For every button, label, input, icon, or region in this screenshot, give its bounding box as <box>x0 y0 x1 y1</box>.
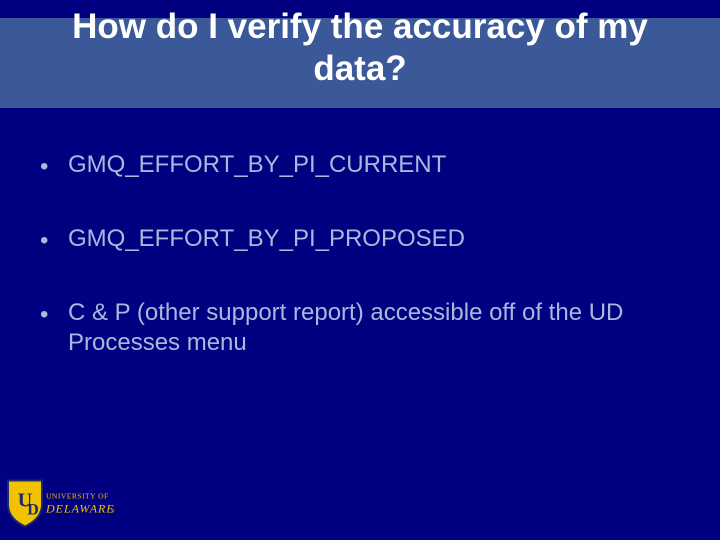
logo-line1: UNIVERSITY OF <box>46 492 109 501</box>
slide-title: How do I verify the accuracy of my data? <box>0 6 720 90</box>
svg-text:®: ® <box>111 509 115 515</box>
bullet-text: GMQ_EFFORT_BY_PI_CURRENT <box>68 150 680 180</box>
bullet-text: GMQ_EFFORT_BY_PI_PROPOSED <box>68 224 680 254</box>
bullet-icon: • <box>40 298 68 330</box>
bullet-icon: • <box>40 150 68 182</box>
university-logo: U D UNIVERSITY OF DELAWARE ® <box>6 478 126 534</box>
bullet-icon: • <box>40 224 68 256</box>
slide: How do I verify the accuracy of my data?… <box>0 0 720 540</box>
logo-line2: DELAWARE <box>45 502 115 516</box>
list-item: • GMQ_EFFORT_BY_PI_CURRENT <box>40 150 680 182</box>
svg-text:D: D <box>27 502 39 519</box>
list-item: • GMQ_EFFORT_BY_PI_PROPOSED <box>40 224 680 256</box>
list-item: • C & P (other support report) accessibl… <box>40 298 680 358</box>
slide-body: • GMQ_EFFORT_BY_PI_CURRENT • GMQ_EFFORT_… <box>40 150 680 400</box>
bullet-text: C & P (other support report) accessible … <box>68 298 680 358</box>
